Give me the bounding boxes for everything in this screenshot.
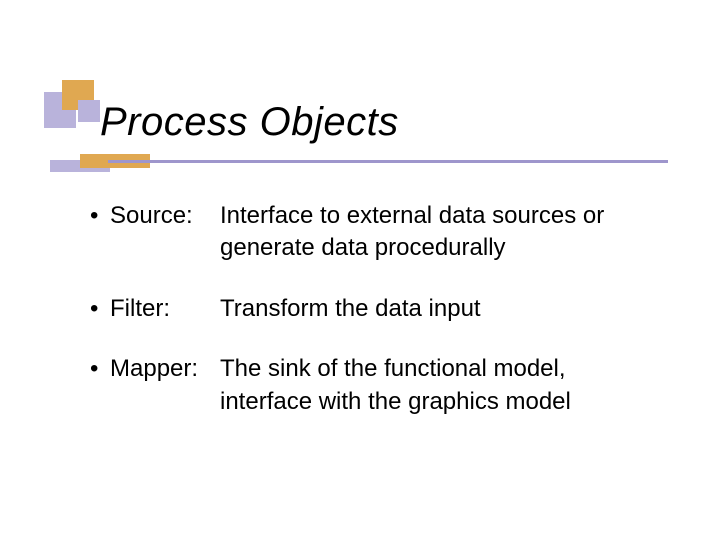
list-item: • Filter: Transform the data input bbox=[90, 293, 660, 325]
bullet-icon: • bbox=[90, 353, 110, 385]
item-term: Filter: bbox=[110, 293, 220, 325]
list-item: • Mapper: The sink of the functional mod… bbox=[90, 353, 660, 418]
bullet-icon: • bbox=[90, 293, 110, 325]
item-term: Mapper: bbox=[110, 353, 220, 385]
bullet-list: • Source: Interface to external data sou… bbox=[90, 200, 660, 446]
item-term: Source: bbox=[110, 200, 220, 232]
item-desc: Interface to external data sources or ge… bbox=[220, 200, 660, 265]
bullet-icon: • bbox=[90, 200, 110, 232]
item-desc: Transform the data input bbox=[220, 293, 660, 325]
slide: Process Objects • Source: Interface to e… bbox=[0, 0, 720, 540]
slide-title: Process Objects bbox=[100, 100, 399, 145]
title-underline bbox=[108, 160, 668, 163]
list-item: • Source: Interface to external data sou… bbox=[90, 200, 660, 265]
item-desc: The sink of the functional model, interf… bbox=[220, 353, 660, 418]
decor-square-purple-small bbox=[78, 100, 100, 122]
